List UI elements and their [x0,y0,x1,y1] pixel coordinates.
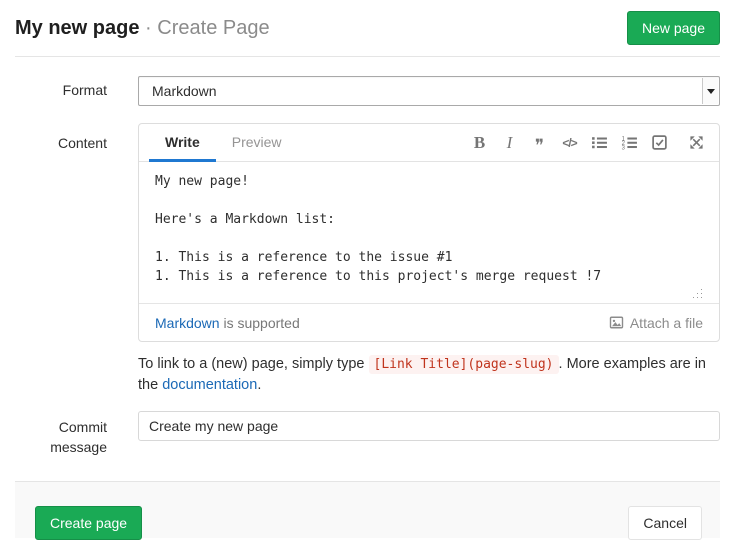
format-label: Format [15,81,107,101]
commit-message-input[interactable] [138,411,720,441]
tab-write[interactable]: Write [149,124,216,162]
page-title: My new page · Create Page [15,16,270,40]
markdown-supported-note: Markdown is supported [155,315,300,331]
resize-grip-handle[interactable] [693,289,703,299]
svg-text:3: 3 [622,146,626,151]
italic-icon[interactable]: I [501,132,518,154]
bold-icon[interactable]: B [471,132,488,154]
content-row: Content Write Preview B I ❞ </> [15,123,720,395]
numbered-list-icon[interactable]: 1 2 3 [621,132,638,154]
new-page-button[interactable]: New page [627,11,720,45]
create-page-button[interactable]: Create page [35,506,142,540]
fullscreen-icon[interactable] [688,132,705,154]
format-select[interactable]: Markdown [138,76,720,106]
content-field: Write Preview B I ❞ </> [138,123,720,395]
attach-file-label: Attach a file [630,315,703,331]
editor-footer: Markdown is supported Attach a file [139,304,719,341]
tab-preview[interactable]: Preview [216,124,298,162]
markdown-help-link[interactable]: Markdown [155,315,220,331]
wiki-create-page: My new page · Create Page New page Forma… [0,0,735,538]
documentation-link[interactable]: documentation [162,377,257,393]
markdown-editor: Write Preview B I ❞ </> [138,123,720,342]
task-list-icon[interactable] [651,132,668,154]
commit-message-field [138,411,720,457]
hint-text-before: To link to a (new) page, simply type [138,356,369,372]
hint-period: . [257,377,261,393]
format-field: Markdown [138,76,720,106]
page-title-action: Create Page [157,17,269,39]
supported-text: is supported [220,315,300,331]
chevron-down-icon [707,89,715,94]
attach-image-icon [609,315,624,330]
attach-file-button[interactable]: Attach a file [609,315,703,331]
form-actions: Create page Cancel [15,481,720,538]
format-row: Format Markdown [15,76,720,106]
code-icon[interactable]: </> [561,132,578,154]
editor-tab-bar: Write Preview B I ❞ </> [139,124,719,162]
page-title-name: My new page [15,17,139,39]
editor-toolbar: B I ❞ </> [471,124,705,161]
commit-message-row: Commit message [15,411,720,457]
title-separator: · [145,17,152,39]
bullet-list-icon[interactable] [591,132,608,154]
link-hint-text: To link to a (new) page, simply type [Li… [138,354,720,395]
content-label: Content [15,123,107,395]
quote-icon[interactable]: ❞ [531,132,548,154]
commit-message-label: Commit message [15,411,107,457]
content-textarea[interactable]: My new page! Here's a Markdown list: 1. … [139,162,719,304]
hint-code-sample: [Link Title](page-slug) [369,355,559,374]
cancel-button[interactable]: Cancel [628,506,702,540]
create-page-form: Format Markdown Content Write Preview [0,57,735,457]
page-header: My new page · Create Page New page [15,0,720,57]
select-dropdown-zone[interactable] [702,78,718,104]
write-pane: My new page! Here's a Markdown list: 1. … [139,162,719,304]
format-select-value: Markdown [152,83,217,99]
